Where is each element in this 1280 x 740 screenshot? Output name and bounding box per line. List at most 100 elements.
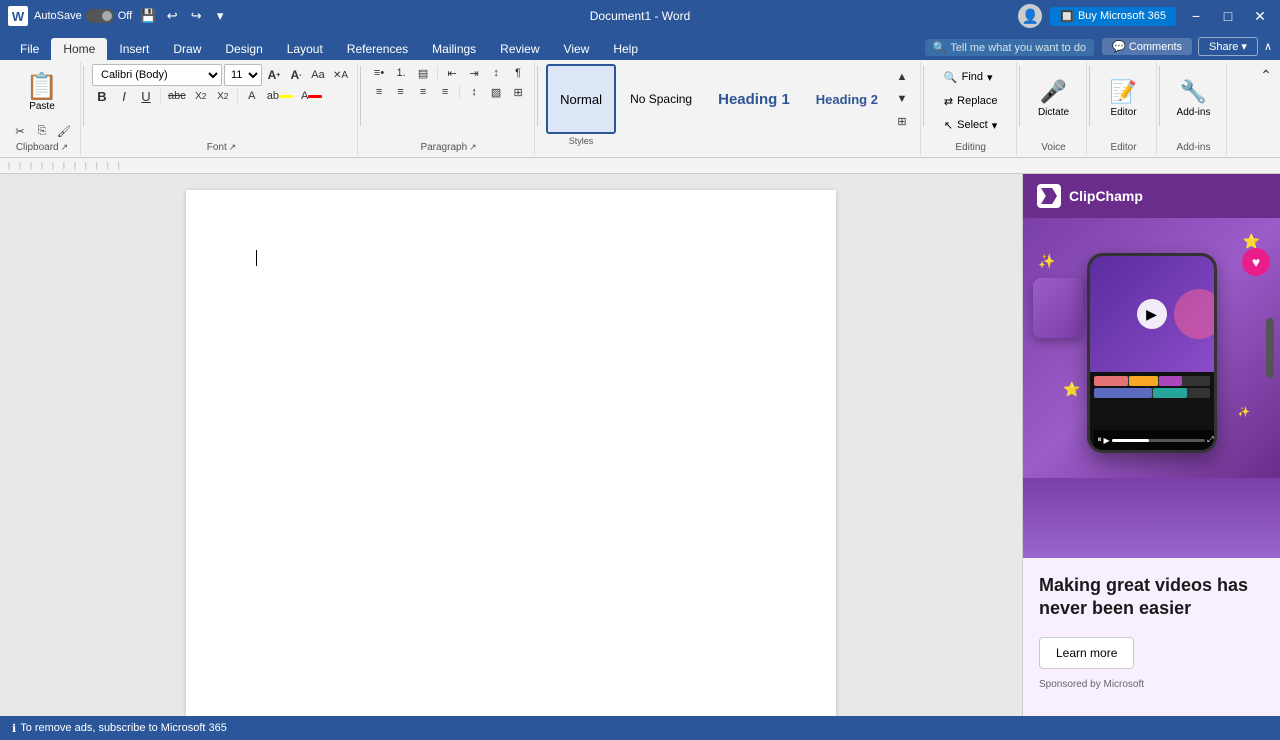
document-page[interactable] [186,190,836,716]
justify-button[interactable]: ≡ [435,83,455,101]
font-grow-button[interactable]: A+ [264,66,284,84]
play-button-circle[interactable]: ▶ [1137,299,1167,329]
editor-button[interactable]: 📝 Editor [1098,64,1150,132]
decrease-indent-button[interactable]: ⇤ [442,64,462,82]
bold-button[interactable]: B [92,87,112,105]
styles-scroll-down-button[interactable]: ▼ [892,90,912,108]
multilevel-button[interactable]: ▤ [413,64,433,82]
find-button[interactable]: 🔍 Find ▾ [938,66,1004,88]
phone-controls: ⏸ ▶ ⤢ [1094,430,1217,450]
replace-button[interactable]: ⇄ Replace [938,90,1004,112]
paste-button[interactable]: 📋 Paste [20,64,64,120]
search-box[interactable]: 🔍 Tell me what you want to do [925,39,1094,56]
paste-icon: 📋 [26,73,58,99]
style-heading2-button[interactable]: Heading 2 [804,64,890,134]
addins-group: 🔧 Add-ins Add-ins [1162,62,1227,155]
superscript-button[interactable]: X2 [213,87,233,105]
sort-button[interactable]: ↕ [486,64,506,82]
borders-button[interactable]: ⊞ [508,83,528,101]
subscript-button[interactable]: X2 [191,87,211,105]
line-spacing-button[interactable]: ↕ [464,83,484,101]
styles-expand-button[interactable]: ⊞ [892,112,912,130]
pause-icon[interactable]: ⏸ [1098,435,1102,445]
editor-label: Editor [1110,107,1136,118]
comments-button[interactable]: 💬 Comments [1102,38,1192,55]
tab-help[interactable]: Help [601,38,650,60]
scroll-handle[interactable] [1266,318,1274,378]
shading-button[interactable]: ▨ [486,83,506,101]
style-heading1-button[interactable]: Heading 1 [706,64,802,134]
share-button[interactable]: Share ▾ [1198,37,1258,56]
tab-design[interactable]: Design [213,38,274,60]
align-left-button[interactable]: ≡ [369,83,389,101]
buy-microsoft365-button[interactable]: 🔲 Buy Microsoft 365 [1050,7,1176,26]
show-hide-button[interactable]: ¶ [508,64,528,82]
ribbon-collapse-button[interactable]: ∧ [1264,40,1272,53]
strikethrough-button[interactable]: abc [165,87,189,105]
numbering-button[interactable]: 1. [391,64,411,82]
font-shrink-button[interactable]: A- [286,66,306,84]
dictate-button[interactable]: 🎤 Dictate [1028,64,1080,132]
minimize-button[interactable]: − [1184,4,1208,28]
font-expand-icon[interactable]: ↗ [229,142,237,153]
close-button[interactable]: ✕ [1248,4,1272,28]
tab-home[interactable]: Home [51,38,107,60]
text-effects-button[interactable]: A [242,87,262,105]
select-button[interactable]: ↖ Select ▾ [938,114,1004,136]
font-sep [160,89,161,103]
ribbon-separator-4 [923,66,924,126]
play-icon[interactable]: ▶ [1104,436,1110,445]
learn-more-button[interactable]: Learn more [1039,637,1134,669]
tab-insert[interactable]: Insert [107,38,161,60]
italic-button[interactable]: I [114,87,134,105]
styles-scroll: ▲ ▼ ⊞ [890,64,914,134]
addins-icon: 🔧 [1180,79,1207,105]
heart-button[interactable]: ♥ [1242,248,1270,276]
tab-layout[interactable]: Layout [275,38,335,60]
tab-draw[interactable]: Draw [161,38,213,60]
undo-button[interactable]: ↩ [162,6,182,26]
clear-formatting-button[interactable]: ✕A [330,66,351,84]
clipboard-expand-icon[interactable]: ↗ [61,142,69,153]
maximize-button[interactable]: □ [1216,4,1240,28]
align-right-button[interactable]: ≡ [413,83,433,101]
cut-button[interactable]: ✂ [10,122,30,140]
autosave-toggle[interactable] [86,9,114,23]
font-row-2: B I U abc X2 X2 A ab A [92,87,351,105]
font-size-select[interactable]: 11 12 14 [224,64,262,86]
tab-references[interactable]: References [335,38,420,60]
qat-more-button[interactable]: ▾ [210,6,230,26]
clipchamp-logo [1037,184,1061,208]
addins-button[interactable]: 🔧 Add-ins [1168,64,1220,132]
tab-review[interactable]: Review [488,38,551,60]
ribbon-separator-1 [83,66,84,126]
align-center-button[interactable]: ≡ [391,83,411,101]
increase-indent-button[interactable]: ⇥ [464,64,484,82]
copy-button[interactable]: ⎘ [32,122,52,140]
search-placeholder: Tell me what you want to do [950,42,1086,54]
save-button[interactable]: 💾 [138,6,158,26]
style-normal-button[interactable]: Normal [546,64,616,134]
fullscreen-icon[interactable]: ⤢ [1207,435,1213,445]
clipchamp-logo-inner [1041,188,1057,204]
bullets-button[interactable]: ≡• [369,64,389,82]
autosave-area: AutoSave Off [34,9,132,23]
tab-mailings[interactable]: Mailings [420,38,488,60]
underline-button[interactable]: U [136,87,156,105]
autosave-label: AutoSave [34,10,82,22]
change-case-button[interactable]: Aa [308,66,328,84]
paragraph-expand-icon[interactable]: ↗ [469,142,477,153]
style-nospacing-button[interactable]: No Spacing [618,64,704,134]
sponsored-text: Sponsored by Microsoft [1039,679,1264,690]
tab-file[interactable]: File [8,38,51,60]
font-rows: Calibri (Body) 11 12 14 A+ A- Aa ✕A B I … [92,64,351,140]
highlight-color-button[interactable]: ab [264,87,296,105]
tab-view[interactable]: View [552,38,602,60]
styles-scroll-up-button[interactable]: ▲ [892,68,912,86]
redo-button[interactable]: ↪ [186,6,206,26]
font-color-button[interactable]: A [298,87,325,105]
ribbon-collapse-icon[interactable]: ⌃ [1256,66,1276,84]
user-avatar[interactable]: 👤 [1018,4,1042,28]
font-family-select[interactable]: Calibri (Body) [92,64,222,86]
format-painter-button[interactable]: 🖌 [54,122,74,140]
